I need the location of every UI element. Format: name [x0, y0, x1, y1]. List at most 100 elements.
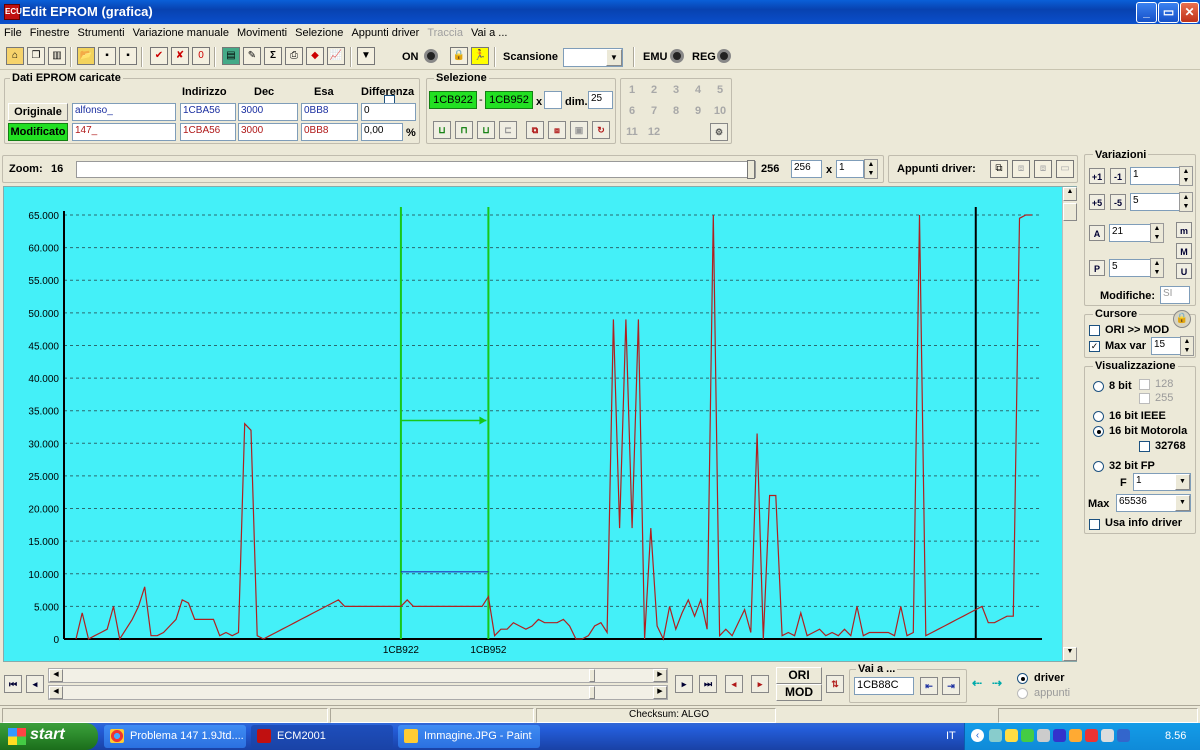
zoom-factor-field[interactable]: 1 [836, 160, 864, 178]
clipboard-merge-icon[interactable]: ⧈ [1034, 160, 1052, 178]
menu-traccia[interactable]: Traccia [423, 25, 467, 39]
numpad-key-6[interactable]: 6 [622, 102, 642, 120]
tray-bluetooth-icon[interactable] [1053, 729, 1066, 742]
variazioni-val4-spinner[interactable]: ▲ ▼ [1150, 258, 1164, 278]
copy-sel-icon[interactable]: ⧉ [526, 121, 544, 139]
scroll-bottom-thumb[interactable] [589, 686, 595, 699]
max-chevron-down-icon[interactable]: ▼ [1175, 495, 1190, 511]
tray-warning-icon[interactable] [1069, 729, 1082, 742]
set-p-icon[interactable]: P [1089, 260, 1105, 276]
zoom-slider-thumb[interactable] [747, 160, 755, 179]
variazioni-val3[interactable]: 21 [1109, 224, 1151, 242]
m-lower-icon[interactable]: m [1176, 222, 1192, 238]
maximize-icon[interactable]: ▭ [1158, 2, 1179, 23]
open-folder-icon[interactable]: 📂 [77, 47, 95, 65]
save-icon[interactable]: ▪ [98, 47, 116, 65]
numpad-key-7[interactable]: 7 [644, 102, 664, 120]
opt255-checkbox[interactable] [1139, 393, 1150, 404]
move-left-icon[interactable]: ⇠ [972, 676, 982, 690]
modified-diff-field[interactable]: 0,00 [361, 123, 403, 141]
clipboard-copy-icon[interactable]: ⧉ [990, 160, 1008, 178]
variazioni-step2[interactable]: 5 [1130, 193, 1180, 211]
set-a-icon[interactable]: A [1089, 225, 1105, 241]
filter-icon[interactable]: ▼ [357, 47, 375, 65]
variazioni-val4[interactable]: 5 [1109, 259, 1151, 277]
menu-appunti-driver[interactable]: Appunti driver [347, 25, 423, 39]
menu-file[interactable]: File [0, 25, 26, 39]
scroll-left-icon[interactable]: ◀ [49, 669, 63, 682]
chart-scrollbar[interactable]: ▲ ▼ [1062, 187, 1077, 661]
numpad-key-3[interactable]: 3 [666, 81, 686, 99]
clipboard-clear-icon[interactable]: ▭ [1056, 160, 1074, 178]
chart-icon[interactable]: 📈 [327, 47, 345, 65]
fp32-radio[interactable] [1093, 461, 1104, 472]
start-button[interactable]: start [0, 723, 98, 750]
plus-five-icon[interactable]: +5 [1089, 194, 1105, 210]
paste-sel-icon[interactable]: ⧈ [548, 121, 566, 139]
task-problema[interactable]: Problema 147 1.9Jtd.... [104, 725, 246, 748]
swap-icon[interactable]: ⇅ [826, 675, 844, 693]
menu-vai-a[interactable]: Vai a ... [467, 25, 511, 39]
prev-diff-icon[interactable]: ◂ [725, 675, 743, 693]
usa-info-checkbox[interactable] [1089, 519, 1100, 530]
driver-icon[interactable]: ◆ [306, 47, 324, 65]
numpad-key-8[interactable]: 8 [666, 102, 686, 120]
minus-one-icon[interactable]: -1 [1110, 168, 1126, 184]
next-diff-icon[interactable]: ▸ [751, 675, 769, 693]
checklist-icon[interactable]: ✔ [150, 47, 168, 65]
menu-finestre[interactable]: Finestre [26, 25, 74, 39]
u-icon[interactable]: U [1176, 263, 1192, 279]
original-button[interactable]: Originale [8, 103, 68, 121]
scroll-thumb[interactable] [1063, 203, 1077, 221]
ori-button[interactable]: ORI [776, 667, 822, 684]
clear-sel-icon[interactable]: ▣ [570, 121, 588, 139]
reg-led-icon[interactable] [717, 49, 731, 63]
plus-one-icon[interactable]: +1 [1089, 168, 1105, 184]
lock-icon[interactable]: 🔒 [450, 47, 468, 65]
opt128-checkbox[interactable] [1139, 379, 1150, 390]
runner-icon[interactable]: 🏃 [471, 47, 489, 65]
numpad-key-5[interactable]: 5 [710, 81, 730, 99]
task-ecm2001[interactable]: ECM2001 [251, 725, 393, 748]
numpad-key-2[interactable]: 2 [644, 81, 664, 99]
numpad-key-1[interactable]: 1 [622, 81, 642, 99]
numpad-key-11[interactable]: 11 [622, 123, 642, 141]
minus-five-icon[interactable]: -5 [1110, 194, 1126, 210]
padlock-icon[interactable]: 🔒 [1173, 310, 1191, 328]
reload-sel-icon[interactable]: ↻ [592, 121, 610, 139]
variazioni-step1[interactable]: 1 [1130, 167, 1180, 185]
tray-security-icon[interactable] [1005, 729, 1018, 742]
ori-mod-checkbox[interactable] [1089, 325, 1100, 336]
appunti-radio[interactable] [1017, 688, 1028, 699]
goto-start-icon[interactable]: ⇤ [920, 677, 938, 695]
scroll-track-top[interactable]: ◀ ▶ [48, 668, 668, 683]
zoom-field[interactable]: 256 [791, 160, 822, 178]
goto-end-icon[interactable]: ⇥ [942, 677, 960, 695]
tray-usb-icon[interactable] [1037, 729, 1050, 742]
modified-dec-field[interactable]: 3000 [238, 123, 298, 141]
modified-hex-field[interactable]: 0BB8 [301, 123, 358, 141]
driver-radio[interactable] [1017, 673, 1028, 684]
modified-name-field[interactable]: 147_ [72, 123, 176, 141]
mod-button[interactable]: MOD [776, 684, 822, 701]
maxvar-checkbox[interactable]: ✓ [1089, 341, 1100, 352]
menu-strumenti[interactable]: Strumenti [73, 25, 128, 39]
menu-selezione[interactable]: Selezione [291, 25, 347, 39]
tray-back-icon[interactable]: ‹ [971, 729, 984, 742]
selection-end[interactable]: 1CB952 [485, 91, 533, 109]
bit8-radio[interactable] [1093, 381, 1104, 392]
original-hex-field[interactable]: 0BB8 [301, 103, 358, 121]
scroll-left2-icon[interactable]: ◀ [49, 686, 63, 699]
numpad-settings-icon[interactable]: ⚙ [710, 123, 728, 141]
sum-icon[interactable]: Σ [264, 47, 282, 65]
modified-address-field[interactable]: 1CBA56 [180, 123, 236, 141]
numpad-key-10[interactable]: 10 [710, 102, 730, 120]
emu-led-icon[interactable] [670, 49, 684, 63]
compare-icon[interactable]: ✘ [171, 47, 189, 65]
title-bar[interactable]: ECU Edit EPROM (grafica) _ ▭ ✕ [0, 0, 1200, 24]
menu-variazione-manuale[interactable]: Variazione manuale [129, 25, 233, 39]
eprom-chart[interactable]: 0 5.000 10.000 15.000 20.000 25.000 30.000 35.0… [3, 186, 1077, 662]
panel-icon[interactable]: ▥ [48, 47, 66, 65]
motorola-radio[interactable] [1093, 426, 1104, 437]
scroll-right2-icon[interactable]: ▶ [653, 686, 667, 699]
